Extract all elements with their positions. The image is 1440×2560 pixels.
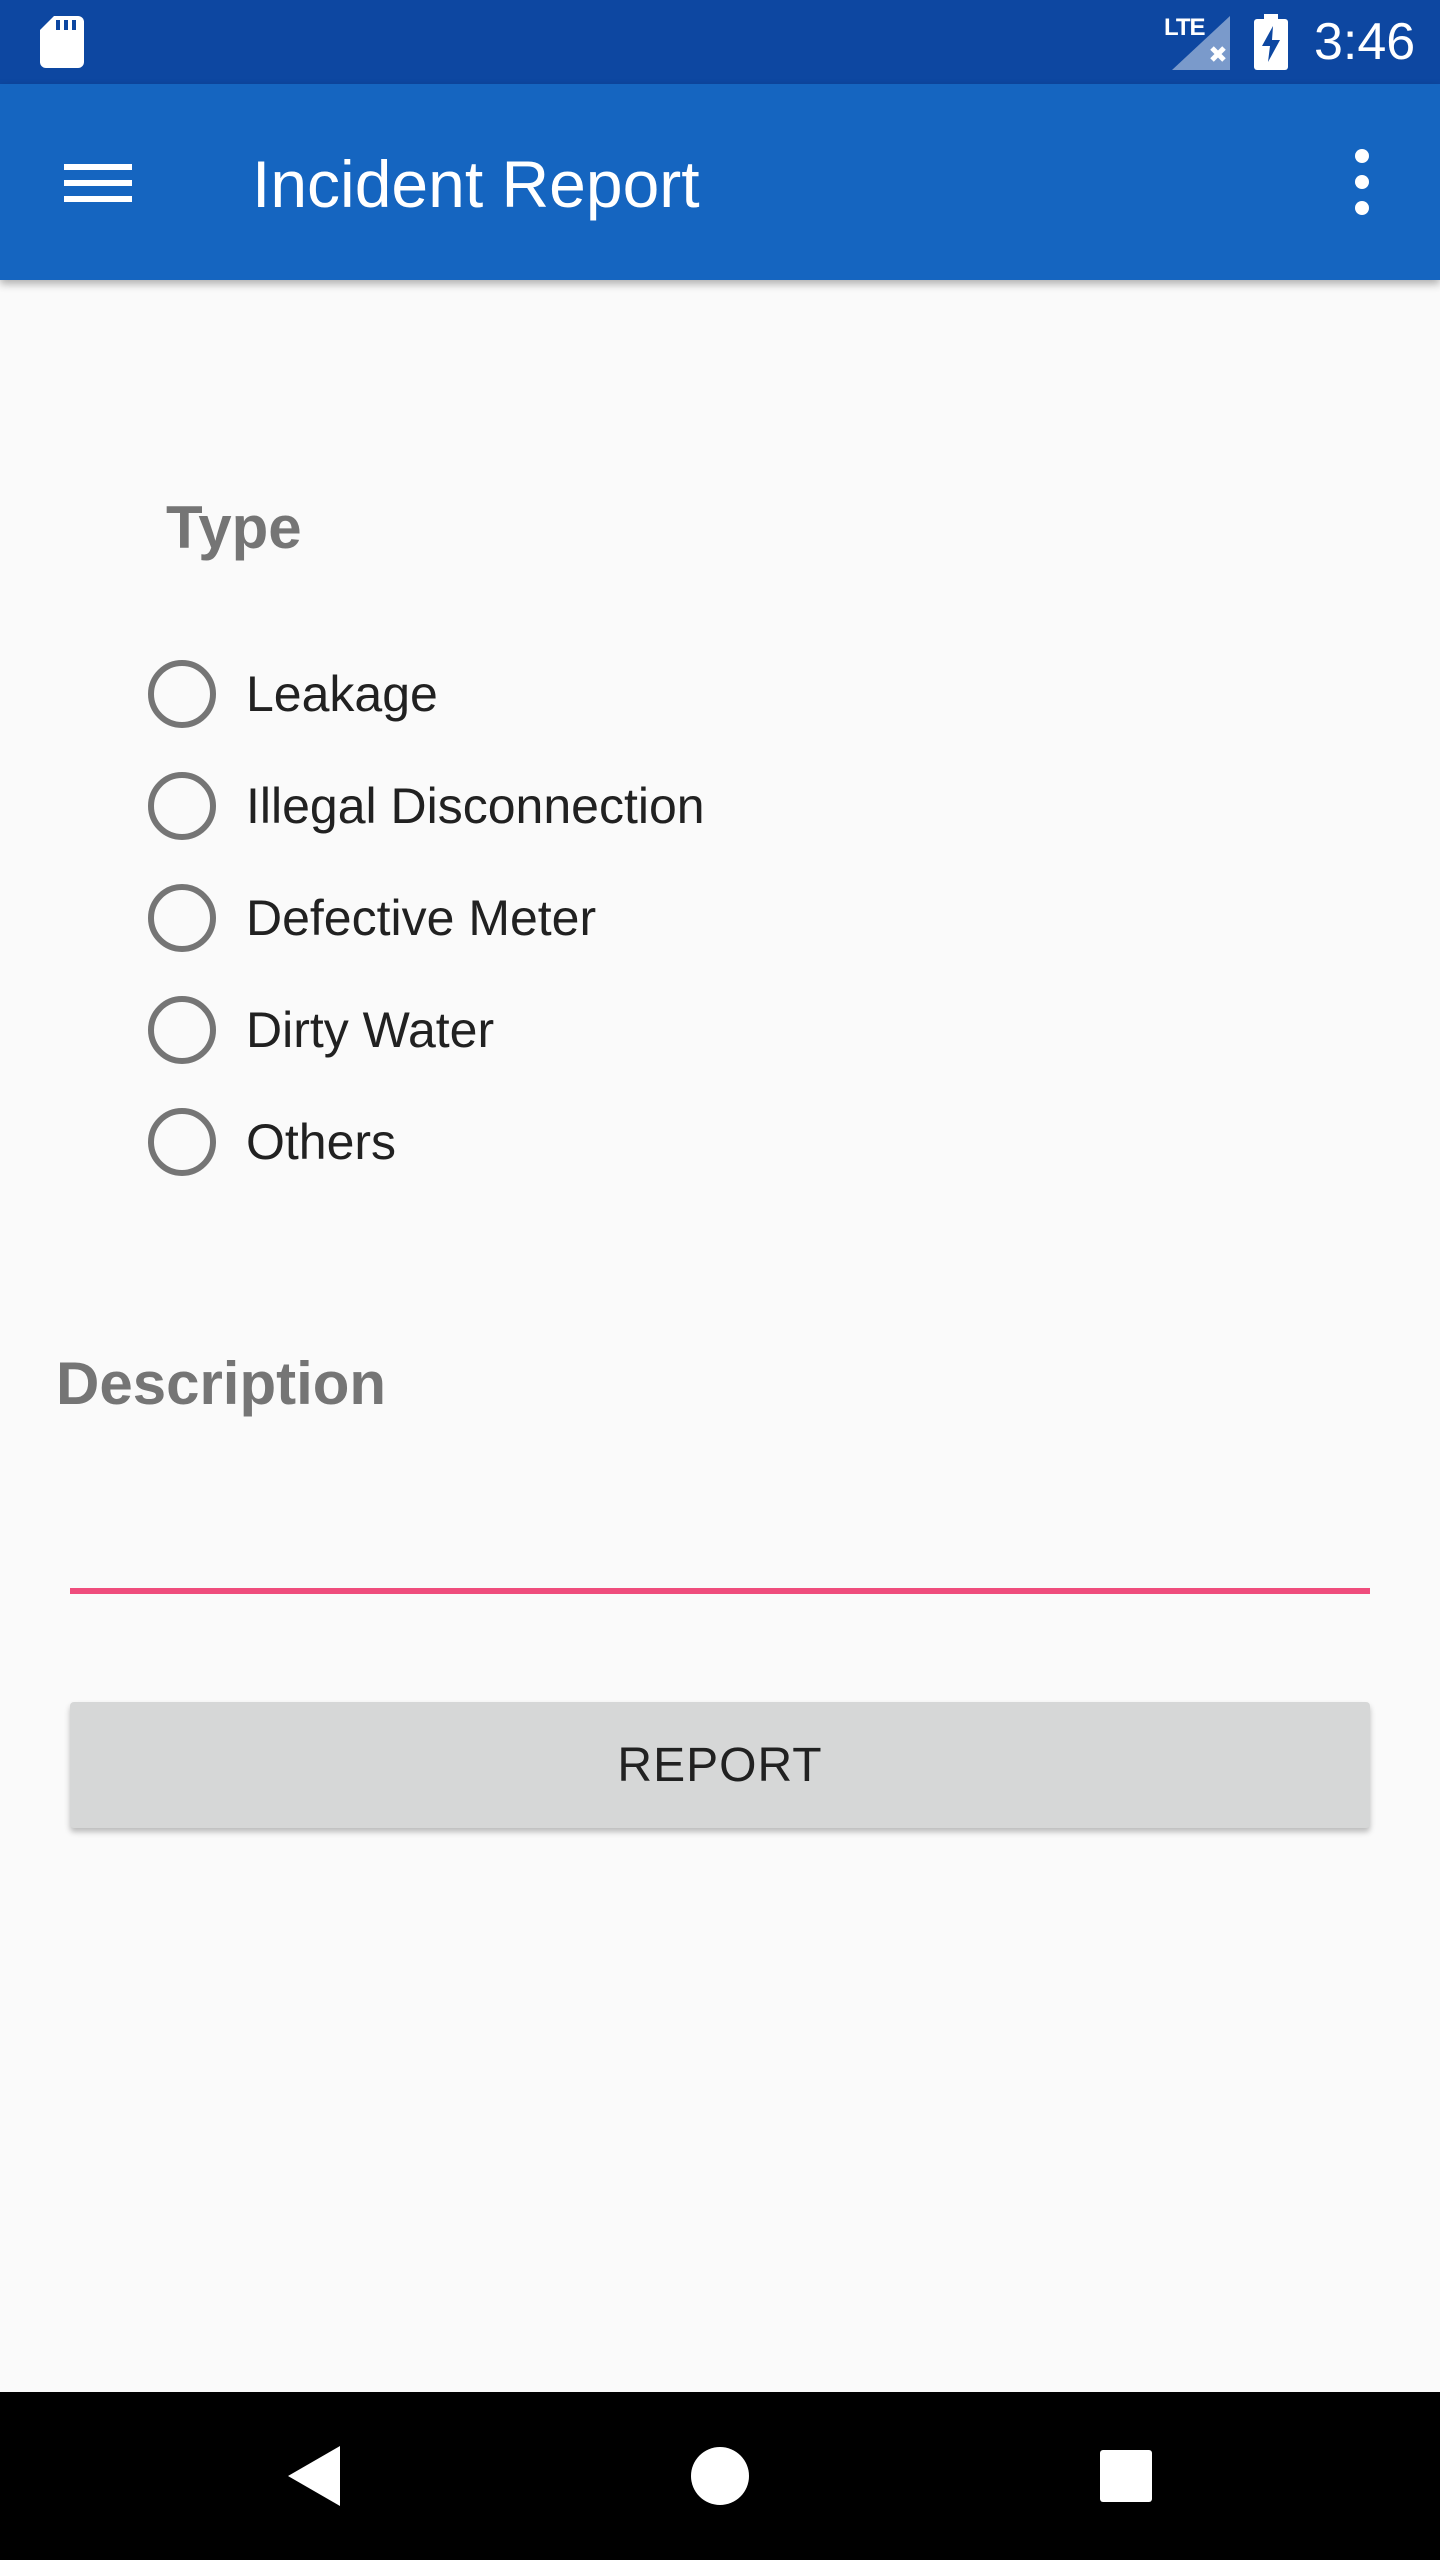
type-section-label: Type [166,494,302,561]
status-time: 3:46 [1314,13,1416,71]
radio-option-illegal-disconnection[interactable]: Illegal Disconnection [140,756,840,856]
report-button[interactable]: REPORT [70,1702,1370,1828]
radio-label: Defective Meter [246,890,597,946]
battery-charging-icon [1254,14,1288,70]
app-bar: Incident Report [0,84,1440,280]
sd-card-icon [40,16,84,68]
signal-no-data-icon [1172,16,1230,70]
radio-option-leakage[interactable]: Leakage [140,644,840,744]
radio-option-others[interactable]: Others [140,1092,840,1192]
recents-icon[interactable] [1098,2448,1154,2504]
radio-option-defective-meter[interactable]: Defective Meter [140,868,840,968]
radio-label: Illegal Disconnection [246,778,705,834]
description-input[interactable] [70,1470,1370,1594]
radio-button-icon[interactable] [148,996,216,1064]
menu-icon[interactable] [50,142,146,222]
radio-button-icon[interactable] [148,884,216,952]
radio-button-icon[interactable] [148,772,216,840]
status-bar: LTE 3:46 [0,0,1440,84]
back-icon[interactable] [284,2444,344,2508]
radio-label: Dirty Water [246,1002,495,1058]
home-icon[interactable] [688,2444,752,2508]
system-navigation-bar [0,2392,1440,2560]
radio-label: Others [246,1114,397,1170]
radio-button-icon[interactable] [148,1108,216,1176]
description-label: Description [56,1350,387,1417]
radio-label: Leakage [246,666,438,722]
radio-option-dirty-water[interactable]: Dirty Water [140,980,840,1080]
overflow-menu-icon[interactable] [1330,136,1394,228]
page-title: Incident Report [252,147,700,221]
radio-button-icon[interactable] [148,660,216,728]
